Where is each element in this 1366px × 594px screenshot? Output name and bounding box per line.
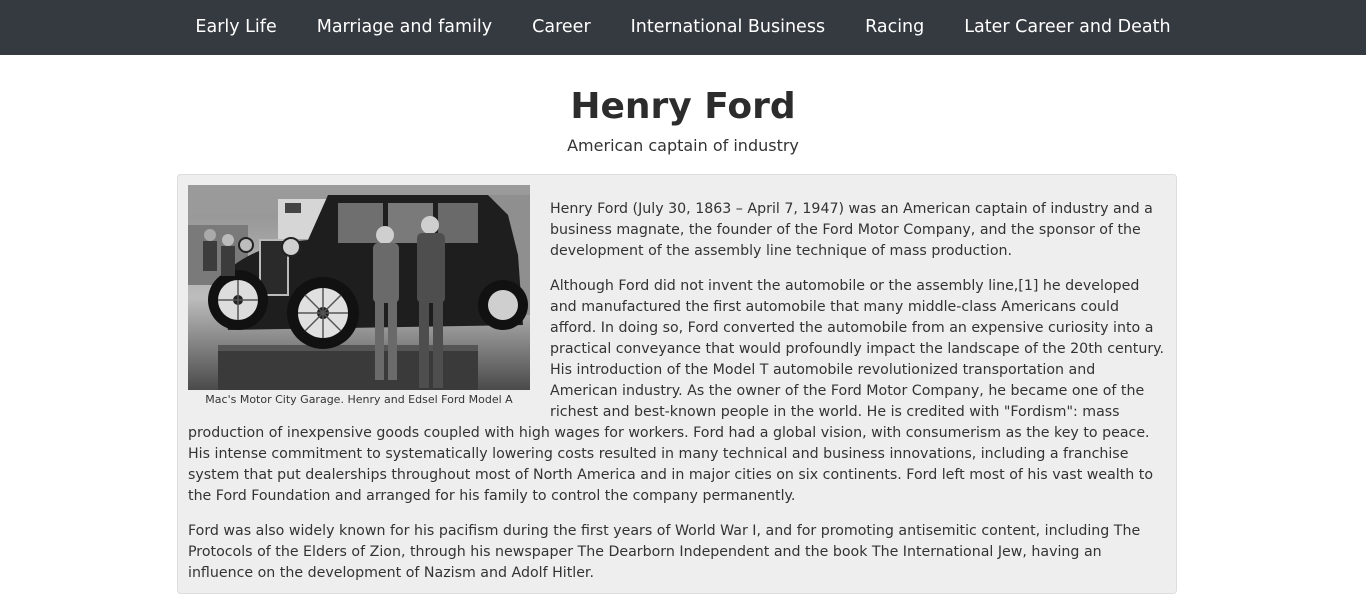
nav-item-early-life[interactable]: Early Life xyxy=(175,0,296,55)
top-navbar: Early Life Marriage and family Career In… xyxy=(0,0,1366,55)
nav-item-career[interactable]: Career xyxy=(512,0,610,55)
bio-figure: Mac's Motor City Garage. Henry and Edsel… xyxy=(188,185,530,406)
bio-card: Mac's Motor City Garage. Henry and Edsel… xyxy=(177,174,1177,594)
nav-item-international-business[interactable]: International Business xyxy=(611,0,845,55)
page-subtitle: American captain of industry xyxy=(567,136,799,155)
nav-list: Early Life Marriage and family Career In… xyxy=(175,0,1190,55)
nav-item-racing[interactable]: Racing xyxy=(845,0,944,55)
henry-edsel-ford-photo xyxy=(188,185,530,390)
nav-item-marriage-and-family[interactable]: Marriage and family xyxy=(297,0,512,55)
nav-item-later-career-and-death[interactable]: Later Career and Death xyxy=(944,0,1190,55)
photo-caption: Mac's Motor City Garage. Henry and Edsel… xyxy=(205,393,513,406)
bio-paragraph-3: Ford was also widely known for his pacif… xyxy=(188,523,1141,581)
page-title: Henry Ford xyxy=(570,86,796,127)
